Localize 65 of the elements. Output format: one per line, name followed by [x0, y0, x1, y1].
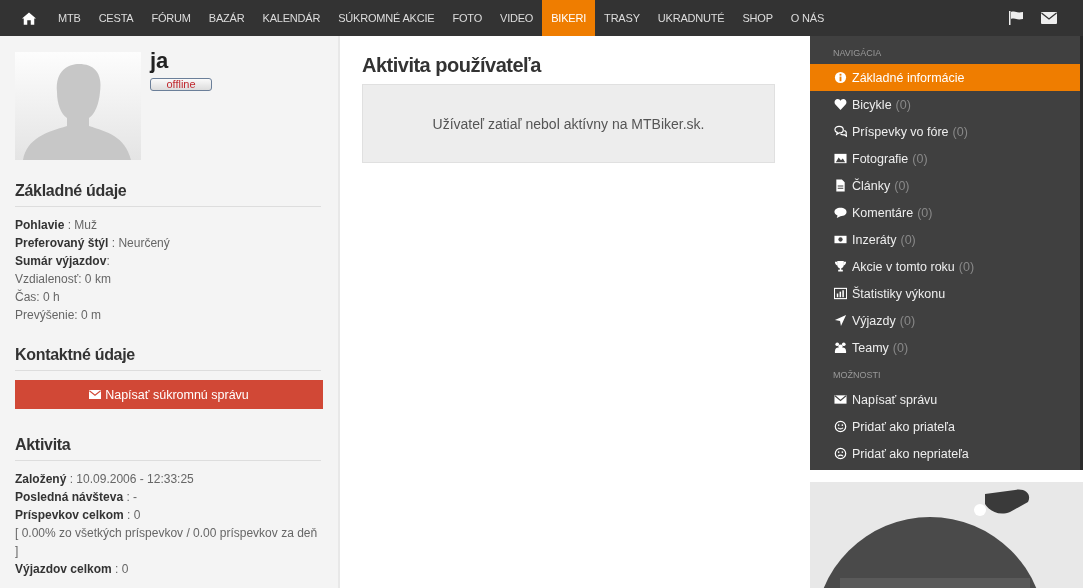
nav-link[interactable]: FÓRUM: [142, 0, 200, 36]
empty-message: Užívateľ zatiaľ nebol aktívny na MTBiker.sk.: [362, 84, 775, 163]
detail-line: Príspevkov celkom : 0: [15, 507, 142, 524]
sidebar-item[interactable]: Štatistiky výkonu: [810, 280, 1080, 307]
detail-line: [ 0.00% zo všetkých príspevkov / 0.00 príspevkov za deň ]: [15, 525, 319, 560]
detail-line: Pohlavie : Muž: [15, 217, 99, 234]
smiley-icon: [834, 420, 847, 433]
sidebar-item[interactable]: Napísať správu: [810, 386, 1080, 413]
mail-icon: [834, 393, 847, 406]
speech-bubble-icon: [834, 206, 847, 219]
detail-line: Sumár výjazdov:: [15, 253, 111, 270]
bar-chart-icon: [834, 287, 847, 300]
avatar-icon: [15, 52, 141, 160]
mail-icon: [89, 390, 102, 399]
detail-line: Založený : 10.09.2006 - 12:33:25: [15, 471, 195, 488]
nav-link[interactable]: TRASY: [595, 0, 649, 36]
sidebar-item[interactable]: Pridať ako nepriateľa: [810, 440, 1080, 467]
status-badge: offline: [150, 78, 212, 91]
sidebar-item[interactable]: Výjazdy (0): [810, 307, 1080, 334]
page-title: Aktivita používateľa: [362, 53, 543, 78]
mail-icon[interactable]: [1041, 12, 1057, 24]
section-heading: Kontaktné údaje: [15, 345, 136, 365]
send-message-button[interactable]: Napísať súkromnú správu: [15, 380, 323, 409]
nav-link[interactable]: VIDEO: [491, 0, 543, 36]
nav-link[interactable]: MTB: [49, 0, 90, 36]
banknote-icon: [834, 233, 847, 246]
nav-link[interactable]: KALENDÁR: [253, 0, 330, 36]
image-icon: [834, 152, 847, 165]
detail-line: Čas: 0 h: [15, 288, 61, 306]
sidebar-item[interactable]: Komentáre (0): [810, 199, 1080, 226]
sidebar-item[interactable]: Fotografie (0): [810, 145, 1080, 172]
detail-line: Preferovaný štýl : Neurčený: [15, 235, 171, 252]
location-arrow-icon: [834, 314, 847, 327]
info-icon: [834, 71, 847, 84]
sidebar-item[interactable]: Pridať ako priateľa: [810, 413, 1080, 440]
section-heading: Základné údaje: [15, 181, 128, 201]
sidebar-item[interactable]: Bicykle (0): [810, 91, 1080, 118]
sidebar-item[interactable]: Teamy (0): [810, 334, 1080, 361]
nav-link[interactable]: UKRADNUTÉ: [648, 0, 734, 36]
home-icon[interactable]: [22, 11, 36, 25]
sidebar-item[interactable]: Články (0): [810, 172, 1080, 199]
nav-link[interactable]: FOTO: [443, 0, 491, 36]
sidebar-item[interactable]: Inzeráty (0): [810, 226, 1080, 253]
nav-link[interactable]: O NÁS: [781, 0, 834, 36]
frown-icon: [834, 447, 847, 460]
sidebar-heading: NAVIGÁCIA: [832, 47, 883, 60]
nav-link[interactable]: SHOP: [733, 0, 782, 36]
detail-line: Prevýšenie: 0 m: [15, 307, 103, 324]
detail-line: Posledná návšteva : -: [15, 489, 139, 506]
heart-icon: [834, 98, 847, 111]
sidebar-heading: MOŽNOSTI: [832, 369, 882, 382]
flag-icon[interactable]: [1008, 11, 1024, 25]
chat-bubbles-icon: [834, 125, 847, 138]
sidebar-item[interactable]: Akcie v tomto roku (0): [810, 253, 1080, 280]
trophy-icon: [834, 260, 847, 273]
nav-link[interactable]: BAZÁR: [199, 0, 254, 36]
detail-line: Výjazdov celkom : 0: [15, 561, 130, 578]
detail-line: Vzdialenosť: 0 km: [15, 271, 112, 288]
document-icon: [834, 179, 847, 192]
nav-link[interactable]: SÚKROMNÉ AKCIE: [329, 0, 444, 36]
sidebar-item[interactable]: Príspevky vo fóre (0): [810, 118, 1080, 145]
section-heading: Aktivita: [15, 435, 72, 455]
people-icon: [834, 341, 847, 354]
username: ja: [150, 48, 170, 74]
nav-link[interactable]: CESTA: [89, 0, 143, 36]
